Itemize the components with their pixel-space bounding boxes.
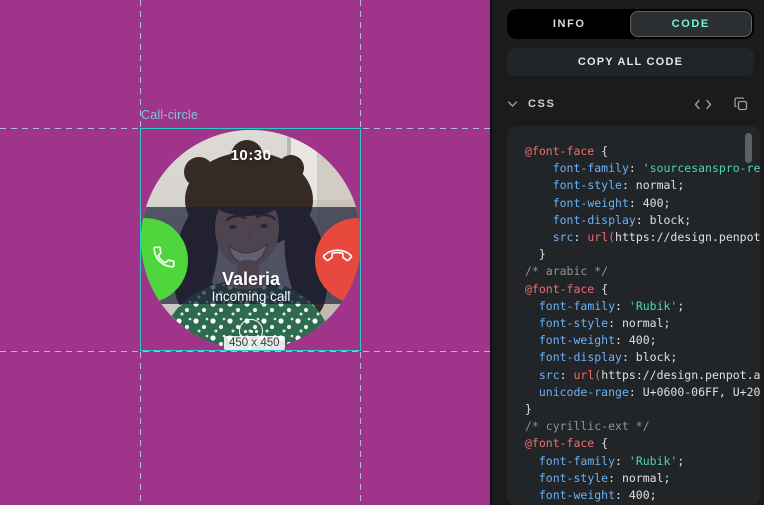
css-section-title: CSS [528,98,555,110]
tab-code[interactable]: CODE [630,11,753,37]
selection-bounding-box[interactable] [140,128,361,351]
code-content: @font-face { font-family: 'sourcesanspro… [507,126,760,504]
code-scrollbar-thumb[interactable] [745,133,752,163]
css-section-header: CSS [507,93,754,115]
chevron-down-icon[interactable] [507,100,518,108]
copy-icon[interactable] [734,97,748,111]
inspect-tabbar: INFO CODE [507,9,754,39]
copy-all-code-button[interactable]: COPY ALL CODE [507,48,754,76]
inspect-panel: INFO CODE COPY ALL CODE CSS @font-face {… [490,0,764,505]
tab-info[interactable]: INFO [509,11,630,37]
guide-line-horizontal-bottom [0,351,490,352]
code-view-icon[interactable] [694,99,712,110]
selection-size-badge: 450 x 450 [224,336,285,350]
css-code-block: @font-face { font-family: 'sourcesanspro… [507,126,760,505]
frame-name-label[interactable]: Call-circle [141,108,198,122]
design-canvas[interactable]: Call-circle [0,0,490,505]
